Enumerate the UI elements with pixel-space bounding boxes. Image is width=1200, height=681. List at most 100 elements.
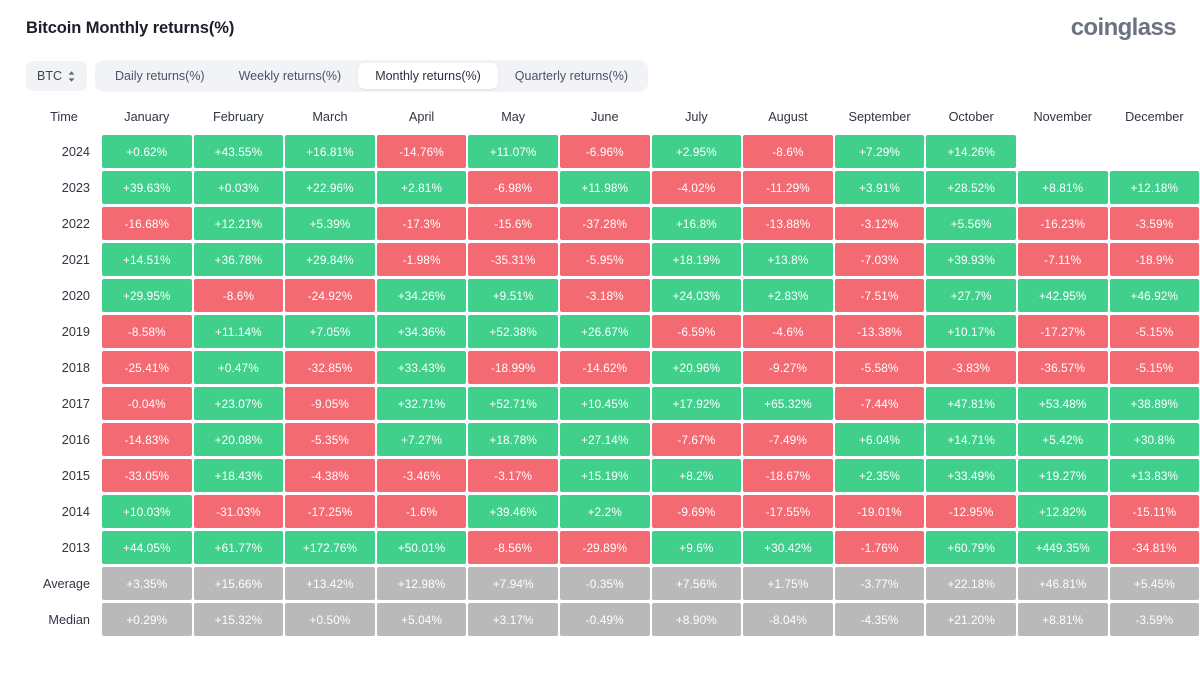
table-row: 2020 +29.95% -8.6% -24.92% +34.26% +9.51% -3.1… bbox=[28, 279, 1200, 312]
return-cell: -4.02% bbox=[651, 171, 742, 204]
table-row: 2013 +44.05% +61.77% +172.76% +50.01% -8.56% -… bbox=[28, 531, 1200, 564]
tab-monthly-returns[interactable]: Monthly returns(%) bbox=[358, 63, 498, 89]
row-label: 2023 bbox=[61, 180, 90, 195]
return-cell: +0.03% bbox=[193, 171, 284, 204]
return-cell: -11.29% bbox=[743, 171, 833, 204]
return-cell: -35.31% bbox=[468, 243, 558, 276]
return-cell: +172.76% bbox=[285, 531, 375, 564]
return-cell bbox=[1110, 135, 1200, 168]
table-head: Time January February March April May Ju… bbox=[28, 105, 1199, 132]
column-header-time: Time bbox=[50, 110, 78, 124]
return-cell: +23.07% bbox=[193, 387, 284, 420]
return-cell: +29.95% bbox=[102, 279, 192, 312]
return-cell: +5.04% bbox=[376, 603, 467, 636]
return-cell: +15.66% bbox=[193, 567, 284, 600]
return-cell: -4.35% bbox=[834, 603, 925, 636]
return-cell: +22.18% bbox=[926, 567, 1016, 600]
return-cell: +42.95% bbox=[1017, 279, 1108, 312]
return-cell: +7.56% bbox=[651, 567, 742, 600]
return-cell: -24.92% bbox=[285, 279, 375, 312]
return-cell: +14.51% bbox=[102, 243, 192, 276]
return-cell: +28.52% bbox=[926, 171, 1016, 204]
table-row: 2015 -33.05% +18.43% -4.38% -3.46% -3.17% +15.… bbox=[28, 459, 1200, 492]
return-cell: -8.6% bbox=[193, 279, 284, 312]
return-cell: -7.49% bbox=[743, 423, 833, 456]
return-cell: -8.6% bbox=[743, 135, 833, 168]
return-cell: +24.03% bbox=[651, 279, 742, 312]
return-cell: +32.71% bbox=[376, 387, 467, 420]
return-cell: +11.07% bbox=[468, 135, 558, 168]
return-cell: -3.12% bbox=[834, 207, 925, 240]
row-label: Average bbox=[42, 576, 90, 591]
return-cell: -37.28% bbox=[559, 207, 650, 240]
return-cell: +0.62% bbox=[102, 135, 192, 168]
return-cell: +5.42% bbox=[1017, 423, 1108, 456]
table-body: 2024 +0.62% +43.55% +16.81% -14.76% +11.07% -6… bbox=[28, 135, 1200, 636]
return-cell: -7.03% bbox=[834, 243, 925, 276]
column-header-july: July bbox=[685, 110, 708, 124]
tab-weekly-returns[interactable]: Weekly returns(%) bbox=[222, 63, 359, 89]
return-cell: +33.49% bbox=[926, 459, 1016, 492]
return-cell: +13.8% bbox=[743, 243, 833, 276]
column-header-september: September bbox=[848, 110, 911, 124]
asset-selector-label: BTC bbox=[37, 69, 62, 83]
return-cell: -34.81% bbox=[1109, 531, 1200, 564]
return-cell: +65.32% bbox=[743, 387, 833, 420]
return-cell: +34.36% bbox=[376, 315, 467, 348]
return-cell: +22.96% bbox=[285, 171, 375, 204]
coinglass-logo: coinglass bbox=[1070, 14, 1177, 41]
return-cell: -18.99% bbox=[468, 351, 558, 384]
asset-selector[interactable]: BTC bbox=[26, 61, 87, 91]
column-header-june: June bbox=[591, 110, 619, 124]
return-cell: -1.76% bbox=[834, 531, 925, 564]
return-cell: -3.77% bbox=[834, 567, 925, 600]
return-cell: -31.03% bbox=[193, 495, 284, 528]
table-header-row: Time January February March April May Ju… bbox=[28, 105, 1199, 132]
column-header-may: May bbox=[501, 110, 526, 124]
return-cell bbox=[1018, 135, 1108, 168]
return-cell: +38.89% bbox=[1109, 387, 1200, 420]
return-cell: +29.84% bbox=[285, 243, 375, 276]
column-header-december: December bbox=[1125, 110, 1184, 124]
return-cell: -4.6% bbox=[743, 315, 833, 348]
return-cell: -17.3% bbox=[376, 207, 467, 240]
return-cell: -15.6% bbox=[468, 207, 558, 240]
return-cell: -9.69% bbox=[651, 495, 742, 528]
tab-daily-returns[interactable]: Daily returns(%) bbox=[98, 63, 222, 89]
return-cell: -8.58% bbox=[102, 315, 192, 348]
return-cell: +47.81% bbox=[926, 387, 1016, 420]
tab-quarterly-returns[interactable]: Quarterly returns(%) bbox=[498, 63, 645, 89]
returns-period-tabs: Daily returns(%) Weekly returns(%) Month… bbox=[95, 60, 649, 92]
return-cell: +7.94% bbox=[468, 567, 558, 600]
return-cell: +21.20% bbox=[926, 603, 1016, 636]
return-cell: -0.49% bbox=[559, 603, 650, 636]
return-cell: +27.7% bbox=[926, 279, 1016, 312]
return-cell: -17.55% bbox=[743, 495, 833, 528]
table-row: Average +3.35% +15.66% +13.42% +12.98% +7.94%… bbox=[28, 567, 1200, 600]
return-cell: +2.2% bbox=[559, 495, 650, 528]
row-label: 2021 bbox=[61, 252, 90, 267]
return-cell: +60.79% bbox=[926, 531, 1016, 564]
column-header-april: April bbox=[408, 110, 435, 124]
returns-table-wrap: Time January February March April May Ju… bbox=[0, 96, 1200, 639]
return-cell: +39.63% bbox=[102, 171, 192, 204]
return-cell: -6.98% bbox=[468, 171, 558, 204]
return-cell: -7.67% bbox=[651, 423, 742, 456]
return-cell: -1.6% bbox=[376, 495, 467, 528]
return-cell: +0.50% bbox=[285, 603, 375, 636]
return-cell: +449.35% bbox=[1017, 531, 1108, 564]
return-cell: +27.14% bbox=[559, 423, 650, 456]
return-cell: -3.59% bbox=[1109, 603, 1200, 636]
return-cell: -32.85% bbox=[285, 351, 375, 384]
return-cell: -29.89% bbox=[559, 531, 650, 564]
return-cell: +11.14% bbox=[193, 315, 284, 348]
return-cell: -9.27% bbox=[743, 351, 833, 384]
page-header: Bitcoin Monthly returns(%) coinglass bbox=[0, 0, 1200, 56]
return-cell: +30.42% bbox=[743, 531, 833, 564]
return-cell: +6.04% bbox=[834, 423, 925, 456]
return-cell: -18.9% bbox=[1109, 243, 1200, 276]
return-cell: -14.83% bbox=[102, 423, 192, 456]
return-cell: +5.45% bbox=[1109, 567, 1200, 600]
row-label: 2024 bbox=[61, 144, 90, 159]
row-label: 2020 bbox=[61, 288, 90, 303]
